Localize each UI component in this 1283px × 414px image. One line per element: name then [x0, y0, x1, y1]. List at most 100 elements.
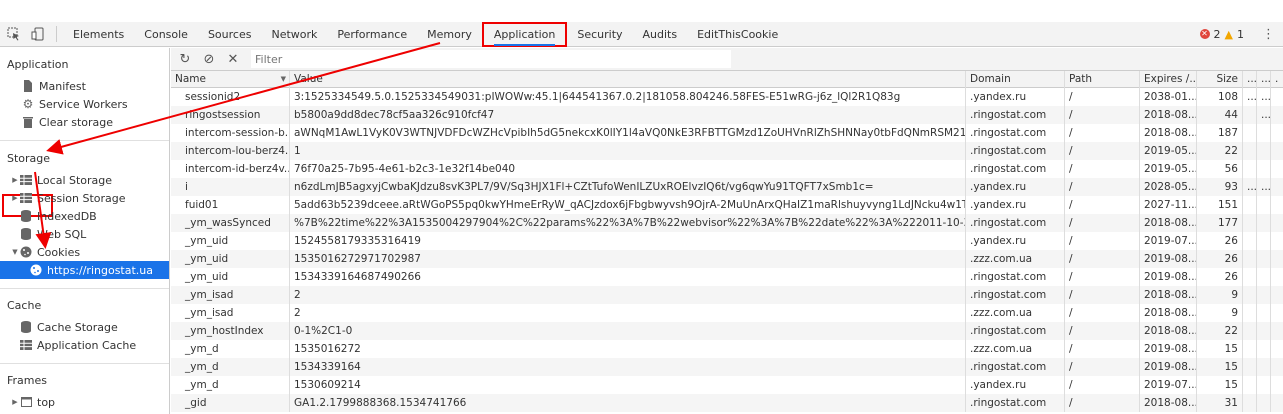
- table-row[interactable]: _gid GA1.2.1799888368.1534741766 .ringosta…: [171, 394, 1283, 412]
- error-icon[interactable]: ✕: [1199, 29, 1210, 39]
- table-row[interactable]: intercom-session-b... aWNqM1AwL1VyK0V3WTN…: [171, 124, 1283, 142]
- column-header[interactable]: .: [1271, 71, 1283, 88]
- error-count[interactable]: 2: [1214, 28, 1221, 41]
- table-cell: ringostsession: [171, 106, 290, 124]
- sidebar-item-cookie-origin[interactable]: https://ringostat.ua: [0, 261, 169, 279]
- table-row[interactable]: i n6zdLmJB5agxyjCwbaKJdzu8svK3PL7/9V/Sq3H…: [171, 178, 1283, 196]
- table-cell: [1257, 196, 1271, 214]
- column-header-label: ...: [1247, 72, 1257, 85]
- inspect-element-icon[interactable]: [4, 24, 24, 44]
- table-cell: [1271, 268, 1283, 286]
- table-row[interactable]: intercom-id-berz4v... 76f70a25-7b95-4e61-…: [171, 160, 1283, 178]
- tab-audits[interactable]: Audits: [633, 22, 688, 47]
- expand-arrow-icon[interactable]: ▶: [10, 398, 20, 406]
- warning-count[interactable]: 1: [1237, 28, 1244, 41]
- table-cell: /: [1065, 394, 1140, 412]
- sidebar-item-label: Cookies: [37, 245, 81, 259]
- expand-arrow-icon[interactable]: ▶: [10, 194, 20, 202]
- column-header[interactable]: Name ▼: [171, 70, 290, 88]
- table-cell: .yandex.ru: [966, 88, 1065, 106]
- table-cell: /: [1065, 250, 1140, 268]
- delete-selected-icon[interactable]: ✕: [223, 49, 243, 69]
- table-row[interactable]: _ym_isad 2 .ringostat.com/2018-08... 9: [171, 286, 1283, 304]
- table-cell: intercom-id-berz4v...: [171, 160, 290, 178]
- table-row[interactable]: sessionid2 3:1525334549.5.0.1525334549031…: [171, 88, 1283, 106]
- table-cell: 2018-08...: [1140, 394, 1197, 412]
- column-header-label: Value: [294, 72, 323, 85]
- table-cell: [1243, 304, 1257, 322]
- column-header[interactable]: Domain: [966, 70, 1065, 88]
- table-row[interactable]: _ym_isad 2 .zzz.com.ua/2018-08... 9: [171, 304, 1283, 322]
- device-toolbar-icon[interactable]: [28, 24, 48, 44]
- tab-application[interactable]: Application: [481, 21, 568, 47]
- table-cell: 1534339164687490266: [290, 268, 966, 286]
- warning-icon[interactable]: ▲: [1225, 28, 1233, 41]
- tab-label: Memory: [427, 27, 472, 41]
- table-cell: [1243, 286, 1257, 304]
- sidebar-item-session-storage[interactable]: ▶ Session Storage: [0, 189, 169, 207]
- sidebar-item-cache-storage[interactable]: Cache Storage: [0, 318, 169, 336]
- sidebar-item-indexeddb[interactable]: IndexedDB: [0, 207, 169, 225]
- tab-editthiscookie[interactable]: EditThisCookie: [687, 22, 788, 47]
- tab-sources[interactable]: Sources: [198, 22, 262, 47]
- table-cell: .ringostat.com: [966, 322, 1065, 340]
- sidebar-divider: [0, 140, 169, 141]
- collapse-arrow-icon[interactable]: ▼: [10, 248, 20, 256]
- tab-performance[interactable]: Performance: [327, 22, 417, 47]
- refresh-icon[interactable]: ↻: [175, 49, 195, 69]
- table-cell: 2018-08...: [1140, 322, 1197, 340]
- clear-all-icon[interactable]: ⊘: [199, 49, 219, 69]
- table-row[interactable]: _ym_d 1535016272 .zzz.com.ua/2019-08... 15: [171, 340, 1283, 358]
- table-cell: _ym_uid: [171, 268, 290, 286]
- table-row[interactable]: intercom-lou-berz4... 1 .ringostat.com/201…: [171, 142, 1283, 160]
- column-header[interactable]: ...: [1257, 70, 1271, 88]
- table-row[interactable]: _ym_uid 1524558179335316419 .yandex.ru/201…: [171, 232, 1283, 250]
- table-row[interactable]: _ym_uid 1535016272971702987 .zzz.com.ua/20…: [171, 250, 1283, 268]
- cookies-filter-bar: ↻ ⊘ ✕: [171, 48, 1283, 71]
- column-header[interactable]: Path: [1065, 70, 1140, 88]
- table-row[interactable]: fuid01 5add63b5239dceee.aRtWGoPS5pq0kwYHm…: [171, 196, 1283, 214]
- tab-label: Application: [493, 27, 556, 46]
- table-cell: [1271, 340, 1283, 358]
- table-cell: ...: [1257, 106, 1271, 124]
- table-cell: 2: [290, 304, 966, 322]
- table-row[interactable]: _ym_wasSynced %7B%22time%22%3A15350042979…: [171, 214, 1283, 232]
- column-header[interactable]: Value: [290, 70, 966, 88]
- tab-memory[interactable]: Memory: [417, 22, 482, 47]
- sidebar-item-service-workers[interactable]: ⚙ Service Workers: [0, 95, 169, 113]
- table-cell: .ringostat.com: [966, 394, 1065, 412]
- expand-arrow-icon[interactable]: ▶: [10, 176, 20, 184]
- tab-console[interactable]: Console: [134, 22, 198, 47]
- table-cell: .ringostat.com: [966, 160, 1065, 178]
- column-header[interactable]: Expires /...: [1140, 70, 1197, 88]
- column-header[interactable]: ...: [1243, 70, 1257, 88]
- table-cell: 22: [1197, 142, 1243, 160]
- sidebar-item-application-cache[interactable]: Application Cache: [0, 336, 169, 354]
- table-cell: /: [1065, 286, 1140, 304]
- sidebar-item-manifest[interactable]: Manifest: [0, 77, 169, 95]
- column-header[interactable]: Size: [1197, 70, 1243, 88]
- tab-network[interactable]: Network: [261, 22, 327, 47]
- table-row[interactable]: ringostsession b5800a9dd8dec78cf5aa326c91…: [171, 106, 1283, 124]
- sidebar-item-frame-top[interactable]: ▶ top: [0, 393, 169, 411]
- tab-elements[interactable]: Elements: [63, 22, 134, 47]
- table-cell: 2019-08...: [1140, 358, 1197, 376]
- table-row[interactable]: _ym_hostIndex 0-1%2C1-0 .ringostat.com/201…: [171, 322, 1283, 340]
- table-row[interactable]: _ym_d 1534339164 .ringostat.com/2019-08...…: [171, 358, 1283, 376]
- sidebar-item-web-sql[interactable]: Web SQL: [0, 225, 169, 243]
- tab-security[interactable]: Security: [567, 22, 632, 47]
- table-cell: [1243, 358, 1257, 376]
- table-cell: _ym_d: [171, 358, 290, 376]
- table-cell: [1243, 124, 1257, 142]
- gear-icon: ⚙: [22, 97, 34, 111]
- database-icon: [20, 228, 32, 240]
- sidebar-item-cookies[interactable]: ▼ Cookies: [0, 243, 169, 261]
- table-cell: .ringostat.com: [966, 214, 1065, 232]
- sidebar-item-local-storage[interactable]: ▶ Local Storage: [0, 171, 169, 189]
- table-cell: 1535016272: [290, 340, 966, 358]
- table-row[interactable]: _ym_d 1530609214 .yandex.ru/2019-07... 15: [171, 376, 1283, 394]
- table-row[interactable]: _ym_uid 1534339164687490266 .ringostat.com…: [171, 268, 1283, 286]
- sidebar-item-clear-storage[interactable]: Clear storage: [0, 113, 169, 131]
- more-options-icon[interactable]: ⋮: [1262, 27, 1275, 42]
- filter-input[interactable]: [251, 50, 731, 68]
